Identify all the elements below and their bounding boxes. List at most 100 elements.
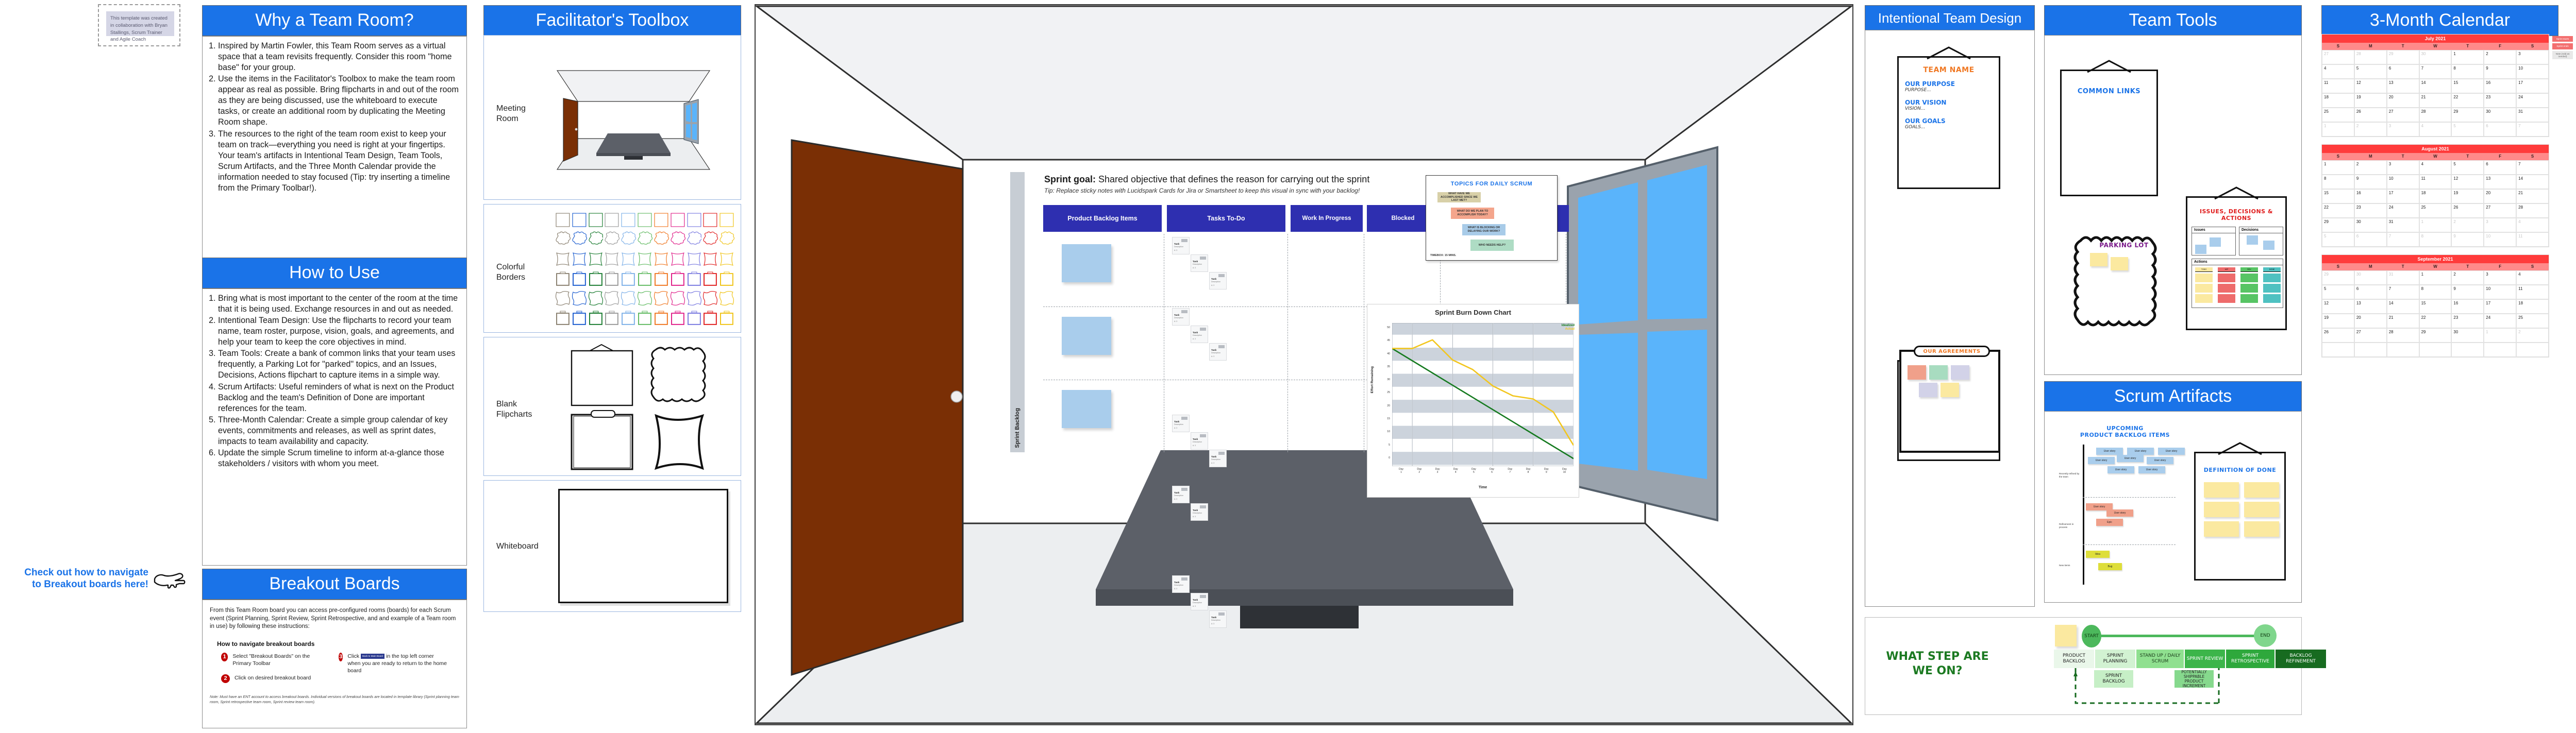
task-card[interactable]: Task Description A: 3 <box>1191 326 1208 343</box>
border-swatch[interactable] <box>687 269 702 288</box>
calendar-day-cell[interactable]: 3 <box>2386 122 2419 137</box>
border-swatch[interactable] <box>572 250 587 268</box>
calendar-day-cell[interactable]: 25 <box>2516 314 2549 328</box>
task-card[interactable]: Task Description A: 3 <box>1209 450 1227 468</box>
calendar-day-cell[interactable]: 2 <box>2516 328 2549 343</box>
agreement-sticky[interactable] <box>1908 365 1926 380</box>
parking-lot-sticky[interactable] <box>2090 253 2107 266</box>
calendar-day-cell[interactable]: 7 <box>2516 122 2549 137</box>
kanban-column-header[interactable]: Product Backlog Items <box>1043 205 1162 232</box>
calendar-day-cell[interactable]: 31 <box>2516 108 2549 122</box>
task-card[interactable]: Task Description A: 3 <box>1191 503 1208 521</box>
calendar-day-cell[interactable]: 15 <box>2322 189 2354 203</box>
toolbox-colorful-borders-row[interactable]: Colorful Borders <box>483 204 741 333</box>
toolbox-whiteboard-row[interactable]: Whiteboard <box>483 480 741 612</box>
calendar-day-cell[interactable]: 24 <box>2516 93 2549 108</box>
border-swatch[interactable] <box>572 230 587 249</box>
calendar-day-cell[interactable]: 21 <box>2386 314 2419 328</box>
pbi-user-story-card[interactable]: User story <box>2158 448 2185 455</box>
timeline-start-sticky[interactable] <box>2055 625 2077 646</box>
calendar-day-cell[interactable]: 6 <box>2386 64 2419 79</box>
toolbox-meeting-room-row[interactable]: Meeting Room <box>483 35 741 200</box>
border-swatch[interactable] <box>572 309 587 327</box>
calendar-day-cell[interactable]: 21 <box>2516 189 2549 203</box>
border-swatch[interactable] <box>719 211 734 229</box>
blank-flipchart-shapes[interactable] <box>555 343 735 473</box>
calendar-day-cell[interactable]: 8 <box>2322 175 2354 189</box>
calendar-day-cell[interactable]: 9 <box>2354 175 2387 189</box>
border-swatch[interactable] <box>604 250 620 268</box>
border-swatch[interactable] <box>702 289 718 308</box>
border-swatch[interactable] <box>621 250 636 268</box>
parking-lot-flipchart[interactable]: PARKING LOT <box>2073 231 2174 338</box>
border-swatch[interactable] <box>588 230 604 249</box>
action-columns[interactable]: TODO WIP REV DONE <box>2195 267 2281 303</box>
border-swatch[interactable] <box>572 289 587 308</box>
border-swatch[interactable] <box>719 309 734 327</box>
pbi-new-item-card[interactable]: Idea <box>2086 551 2110 558</box>
border-swatch[interactable] <box>654 309 669 327</box>
calendar-day-cell[interactable]: 18 <box>2322 93 2354 108</box>
calendar-day-cell[interactable]: 28 <box>2516 203 2549 218</box>
border-swatch[interactable] <box>604 269 620 288</box>
kanban-column-header[interactable]: Work In Progress <box>1291 205 1363 232</box>
task-card[interactable]: Task Description A: 3 <box>1172 486 1190 504</box>
calendar-legend-sticky[interactable]: Note (Add as needed) <box>2552 50 2573 60</box>
calendar-day-cell[interactable] <box>2419 343 2452 357</box>
calendar-day-cell[interactable]: 28 <box>2419 108 2452 122</box>
product-backlog-sticky[interactable] <box>1062 244 1111 282</box>
daily-scrum-flipchart[interactable]: TOPICS FOR DAILY SCRUM WHAT HAVE WE ACCO… <box>1426 175 1558 261</box>
border-swatch[interactable] <box>588 309 604 327</box>
calendar-day-cell[interactable]: 11 <box>2516 232 2549 247</box>
border-swatch[interactable] <box>637 269 653 288</box>
calendar-day-cell[interactable]: 16 <box>2354 189 2387 203</box>
calendar-day-cell[interactable]: 2 <box>2451 218 2484 232</box>
calendar-day-cell[interactable]: 4 <box>2322 64 2354 79</box>
border-swatch[interactable] <box>702 309 718 327</box>
calendar-day-cell[interactable]: 2 <box>2354 160 2387 175</box>
calendar-day-cell[interactable]: 19 <box>2354 93 2387 108</box>
pbi-user-story-card[interactable]: User story <box>2138 466 2165 473</box>
calendar-day-cell[interactable]: 8 <box>2419 285 2452 299</box>
calendar-day-cell[interactable]: 27 <box>2484 203 2517 218</box>
border-swatch[interactable] <box>588 250 604 268</box>
border-swatch[interactable] <box>588 269 604 288</box>
definition-of-done-sticky[interactable] <box>2244 482 2279 498</box>
calendar-day-cell[interactable]: 7 <box>2516 160 2549 175</box>
action-column[interactable]: REV <box>2240 267 2258 303</box>
issue-sticky[interactable] <box>2195 245 2206 254</box>
calendar-day-cell[interactable]: 30 <box>2354 270 2387 285</box>
task-card[interactable]: Task Description A: 3 <box>1172 308 1190 326</box>
border-swatch[interactable] <box>670 309 685 327</box>
calendar-day-cell[interactable]: 10 <box>2484 285 2517 299</box>
calendar-day-cell[interactable]: 7 <box>2386 285 2419 299</box>
calendar-month[interactable]: August 2021 S M T W T F S 1 2 3 4 5 6 7 8 9 10 11 12 13 14 15 1… <box>2321 144 2549 247</box>
decisions-panel[interactable]: Decisions <box>2239 227 2283 255</box>
calendar-day-cell[interactable]: 3 <box>2484 218 2517 232</box>
border-swatch[interactable] <box>604 289 620 308</box>
border-swatch[interactable] <box>719 230 735 249</box>
calendar-day-cell[interactable]: 16 <box>2484 79 2517 93</box>
parking-lot-sticky[interactable] <box>2111 257 2128 270</box>
border-swatch[interactable] <box>687 250 702 268</box>
calendar-legend-sticky[interactable]: Sprint starts <box>2552 36 2573 42</box>
border-swatch[interactable] <box>687 309 702 327</box>
calendar-day-cell[interactable]: 30 <box>2451 328 2484 343</box>
issue-sticky[interactable] <box>2210 237 2221 247</box>
back-to-main-board-button[interactable]: Back to Main Board <box>361 653 385 659</box>
agreement-sticky[interactable] <box>1941 383 1959 397</box>
calendar-day-cell[interactable]: 1 <box>2419 270 2452 285</box>
border-swatch[interactable] <box>654 250 669 268</box>
border-swatch[interactable] <box>654 230 669 249</box>
calendar-day-cell[interactable]: 9 <box>2451 232 2484 247</box>
calendar-day-cell[interactable]: 21 <box>2419 93 2452 108</box>
calendar-day-cell[interactable]: 20 <box>2484 189 2517 203</box>
daily-scrum-note[interactable]: WHO NEEDS HELP? <box>1470 240 1514 251</box>
action-sticky[interactable] <box>2240 274 2258 282</box>
border-swatch[interactable] <box>588 211 604 229</box>
calendar-day-cell[interactable]: 24 <box>2386 203 2419 218</box>
calendar-day-cell[interactable]: 5 <box>2451 122 2484 137</box>
calendar-day-cell[interactable] <box>2354 343 2387 357</box>
intentional-team-design-body[interactable]: TEAM NAME OUR PURPOSE PURPOSE... OUR VIS… <box>1865 30 2035 607</box>
border-swatch[interactable] <box>555 230 571 249</box>
